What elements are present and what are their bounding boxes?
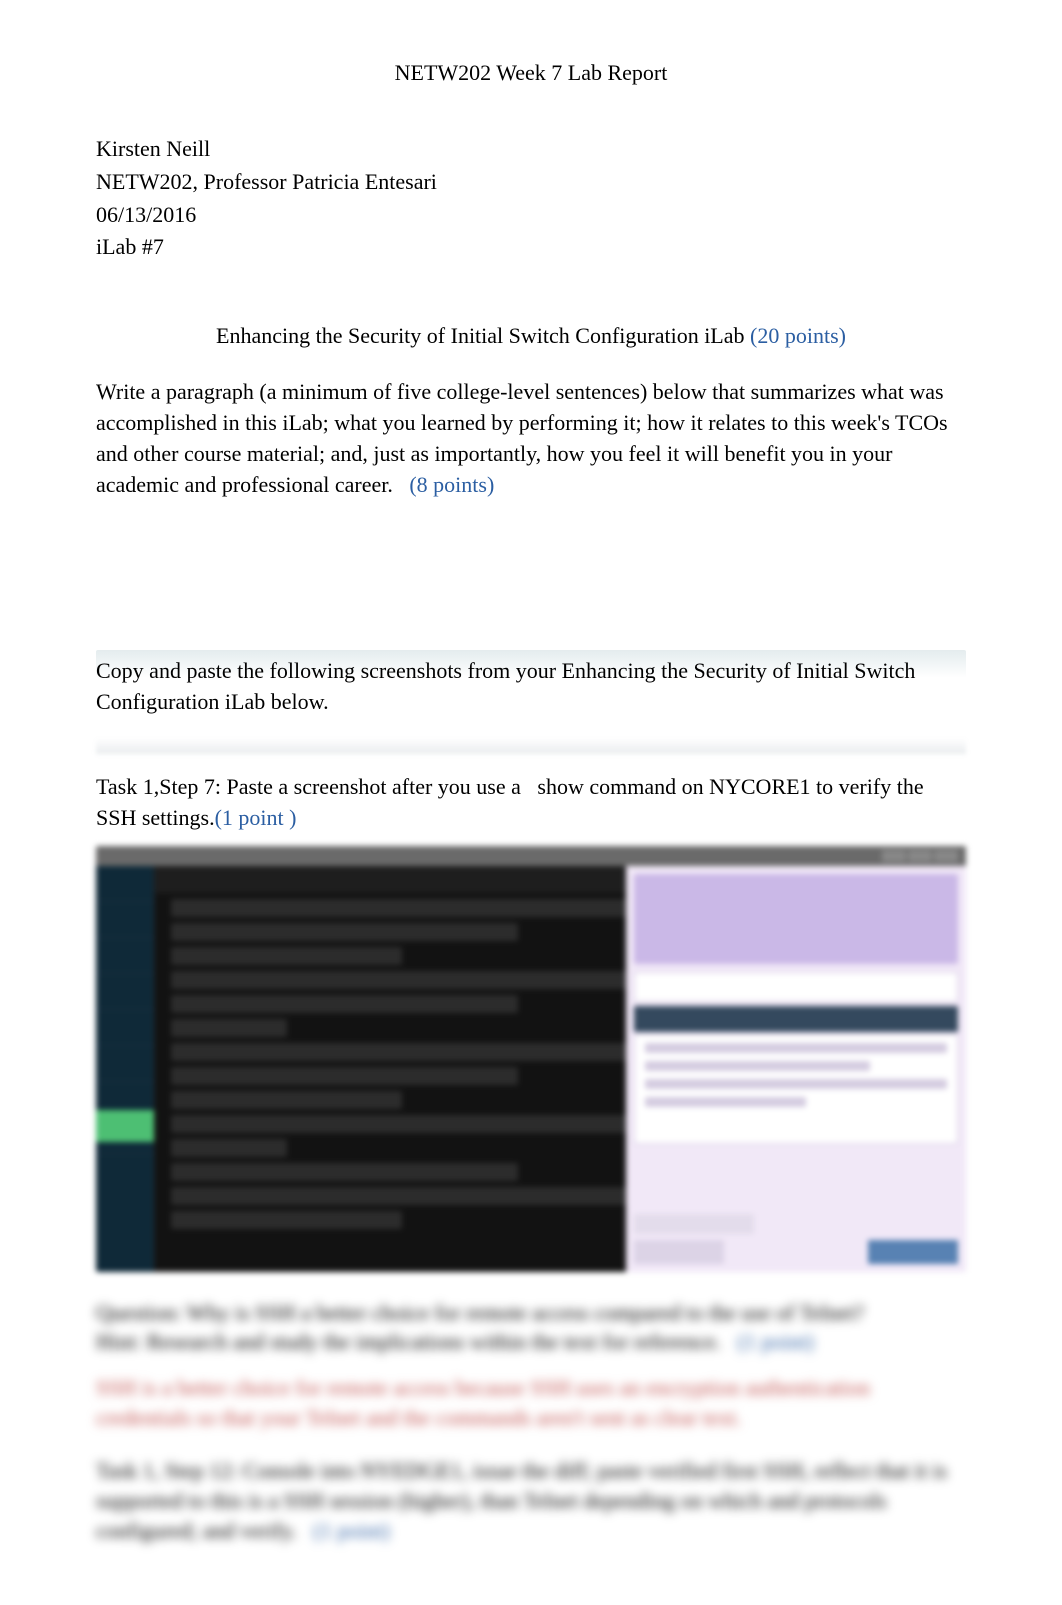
copy-paste-instruction: Copy and paste the following screenshots… — [96, 656, 966, 718]
task1-step12-blurred: Task 1, Step 12: Console into NYEDGE1, i… — [96, 1456, 966, 1545]
lab-number: iLab #7 — [96, 232, 966, 263]
task1-step12-text: Task 1, Step 12: Console into NYEDGE1, i… — [96, 1458, 947, 1542]
task1-step7: Task 1,Step 7: Paste a screenshot after … — [96, 772, 966, 834]
course-line: NETW202, Professor Patricia Entesari — [96, 167, 966, 198]
answer-block-blurred: SSH is a better choice for remote access… — [96, 1373, 966, 1432]
q1-line1: Question: Why is SSH a better choice for… — [96, 1300, 864, 1325]
lab-total-points: (20 points) — [750, 323, 846, 348]
q1-answer: SSH is a better choice for remote access… — [96, 1375, 870, 1430]
q1-points: (1 point) — [737, 1329, 813, 1354]
task1-step7-text-a: Task 1,Step 7: Paste a screenshot after … — [96, 774, 521, 799]
task1-step12-points: (1 point) — [313, 1518, 389, 1543]
screenshot-placeholder — [96, 846, 966, 1272]
student-info: Kirsten Neill NETW202, Professor Patrici… — [96, 134, 966, 263]
lab-title-text: Enhancing the Security of Initial Switch… — [216, 323, 745, 348]
student-name: Kirsten Neill — [96, 134, 966, 165]
paragraph-prompt-text: Write a paragraph (a minimum of five col… — [96, 379, 948, 496]
paragraph-prompt: Write a paragraph (a minimum of five col… — [96, 377, 966, 500]
date: 06/13/2016 — [96, 200, 966, 231]
page-title: NETW202 Week 7 Lab Report — [96, 60, 966, 86]
q1-line2: Hint: Research and study the implication… — [96, 1329, 721, 1354]
paragraph-points: (8 points) — [409, 472, 494, 497]
lab-section-title: Enhancing the Security of Initial Switch… — [96, 323, 966, 349]
question-block-blurred: Question: Why is SSH a better choice for… — [96, 1298, 966, 1357]
task1-step7-points: (1 point ) — [215, 805, 297, 830]
